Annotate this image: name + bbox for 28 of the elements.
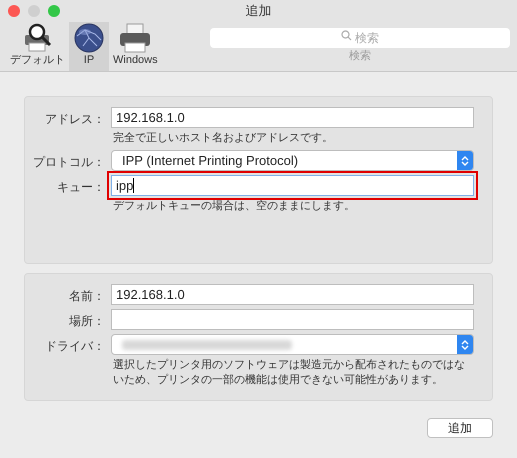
stepper-icon bbox=[461, 338, 469, 350]
close-button[interactable] bbox=[8, 5, 20, 17]
field-label: アドレス： bbox=[45, 111, 105, 128]
hint-text: 選択したプリンタ用のソフトウェアは製造元から配布されたものではないため、プリンタの一部の機能は使用できない可能性があります。 bbox=[112, 358, 466, 388]
field-label: キュー： bbox=[57, 179, 105, 196]
window-title: 追加 bbox=[246, 2, 272, 20]
toolbar-tab[interactable]: Windows bbox=[109, 22, 162, 71]
hint-text: デフォルトキューの場合は、空のままにします。 bbox=[112, 199, 356, 214]
hint-text: 完全で正しいホスト名およびアドレスです。 bbox=[112, 131, 334, 146]
stepper-icon bbox=[461, 154, 469, 166]
zoom-button[interactable] bbox=[48, 5, 60, 17]
field-label: 場所： bbox=[69, 313, 105, 330]
toolbar-tab[interactable]: デフォルト bbox=[6, 22, 69, 71]
popup-menu[interactable] bbox=[111, 334, 474, 355]
add-button[interactable]: 追加 bbox=[427, 418, 493, 438]
text-field[interactable]: 192.168.1.0 bbox=[111, 284, 474, 305]
field-label: 名前： bbox=[69, 288, 105, 305]
printer-icon bbox=[118, 22, 152, 54]
search-icon bbox=[341, 30, 352, 41]
field-label: ドライバ： bbox=[45, 338, 105, 355]
toolbar-tab[interactable]: IP bbox=[69, 22, 109, 71]
text-field[interactable]: 192.168.1.0 bbox=[111, 107, 474, 128]
text-field[interactable] bbox=[111, 309, 474, 330]
search-caption: 検索 bbox=[349, 48, 371, 64]
search-field[interactable]: 検索 bbox=[210, 28, 510, 48]
globe-icon bbox=[73, 22, 105, 54]
field-label: プロトコル： bbox=[33, 154, 105, 171]
popup-menu[interactable]: IPP (Internet Printing Protocol) bbox=[111, 150, 474, 171]
